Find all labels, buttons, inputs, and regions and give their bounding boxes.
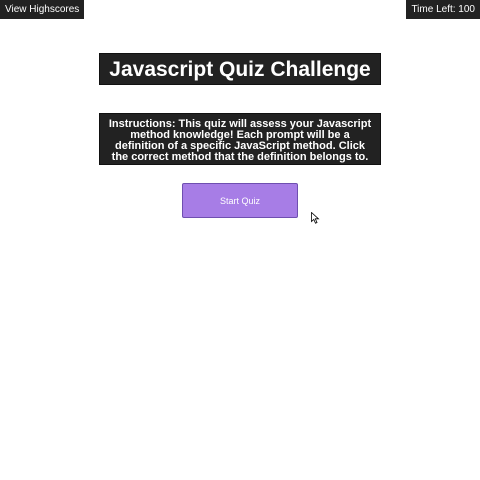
start-quiz-button[interactable]: Start Quiz: [182, 183, 298, 218]
quiz-page: View Highscores Time Left: 100 Javascrip…: [0, 0, 480, 480]
instructions-text: Instructions: This quiz will assess your…: [99, 113, 381, 165]
mouse-pointer-icon: [311, 212, 320, 224]
page-title: Javascript Quiz Challenge: [99, 53, 381, 85]
time-left-display: Time Left: 100: [406, 0, 480, 19]
view-highscores-link[interactable]: View Highscores: [0, 0, 85, 19]
